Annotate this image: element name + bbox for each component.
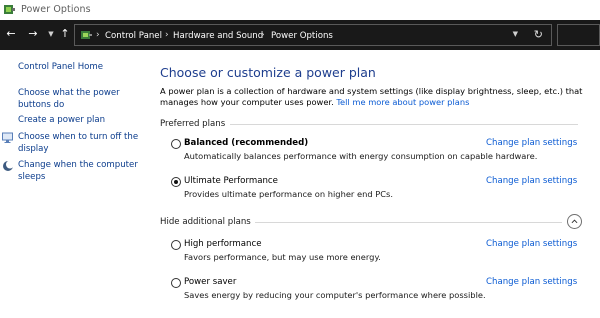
moon-icon [3,160,14,171]
preferred-plans-label: Preferred plans [160,119,230,129]
refresh-icon[interactable]: ↻ [534,28,543,41]
title-bar: Power Options [0,0,600,20]
section-divider [250,222,562,223]
change-plan-settings-link[interactable]: Change plan settings [486,239,577,249]
forward-arrow-icon[interactable]: → [27,28,39,40]
window-title: Power Options [21,4,91,15]
breadcrumb-separator-icon: › [261,30,265,40]
chevron-up-icon[interactable] [567,214,582,229]
plan-radio-balanced[interactable] [171,139,181,149]
plan-description: Automatically balances performance with … [184,151,538,161]
up-arrow-icon[interactable]: ↑ [59,28,71,40]
sidebar-item-create-plan[interactable]: Create a power plan [18,115,143,127]
change-plan-settings-link[interactable]: Change plan settings [486,277,577,287]
plan-radio-power-saver[interactable] [171,278,181,288]
plan-name[interactable]: High performance [184,239,262,249]
intro-text: A power plan is a collection of hardware… [160,86,590,108]
preferred-plans-header: Preferred plans [160,119,580,131]
plan-name[interactable]: Ultimate Performance [184,176,278,186]
address-dropdown-icon[interactable]: ▼ [513,30,518,38]
plan-high-performance: High performance Favors performance, but… [170,237,590,263]
sidebar: Control Panel Home Choose what the power… [0,50,150,318]
sidebar-item-computer-sleeps[interactable]: Change when the computer sleeps [18,160,143,183]
page-title: Choose or customize a power plan [160,65,376,80]
plan-radio-high-performance[interactable] [171,240,181,250]
change-plan-settings-link[interactable]: Change plan settings [486,138,577,148]
search-input[interactable] [557,24,600,46]
breadcrumb-hardware-and-sound[interactable]: Hardware and Sound [173,31,263,41]
address-bar: ← → ▼ ↑ › Control Panel › Hardware and S… [0,20,600,50]
additional-plans-header: Hide additional plans [160,214,582,229]
display-shield-icon [2,132,13,143]
plan-radio-ultimate-performance[interactable] [171,177,181,187]
change-plan-settings-link[interactable]: Change plan settings [486,176,577,186]
power-options-icon [4,5,15,14]
sidebar-item-power-buttons[interactable]: Choose what the power buttons do [18,88,143,111]
breadcrumb[interactable]: › Control Panel › Hardware and Sound › P… [74,24,552,46]
control-panel-icon [81,31,92,39]
breadcrumb-separator-icon: › [96,30,100,40]
breadcrumb-separator-icon: › [165,30,169,40]
tell-me-more-link[interactable]: Tell me more about power plans [336,97,469,107]
sidebar-item-display-off[interactable]: Choose when to turn off the display [18,132,143,155]
breadcrumb-control-panel[interactable]: Control Panel [105,31,162,41]
back-arrow-icon[interactable]: ← [5,28,17,40]
plan-power-saver: Power saver Saves energy by reducing you… [170,275,590,301]
breadcrumb-power-options[interactable]: Power Options [271,31,333,41]
plan-description: Provides ultimate performance on higher … [184,189,394,199]
hide-additional-plans-label[interactable]: Hide additional plans [160,217,255,227]
sidebar-item-control-panel-home[interactable]: Control Panel Home [18,62,103,72]
recent-locations-chevron-icon[interactable]: ▼ [45,28,57,40]
plan-balanced: Balanced (recommended) Automatically bal… [170,136,590,162]
plan-name[interactable]: Power saver [184,277,236,287]
section-divider [230,124,578,125]
plan-name[interactable]: Balanced (recommended) [184,138,308,148]
plan-ultimate-performance: Ultimate Performance Provides ultimate p… [170,174,590,200]
main-content: Choose or customize a power plan A power… [160,50,600,318]
plan-description: Favors performance, but may use more ene… [184,252,381,262]
plan-description: Saves energy by reducing your computer's… [184,290,486,300]
